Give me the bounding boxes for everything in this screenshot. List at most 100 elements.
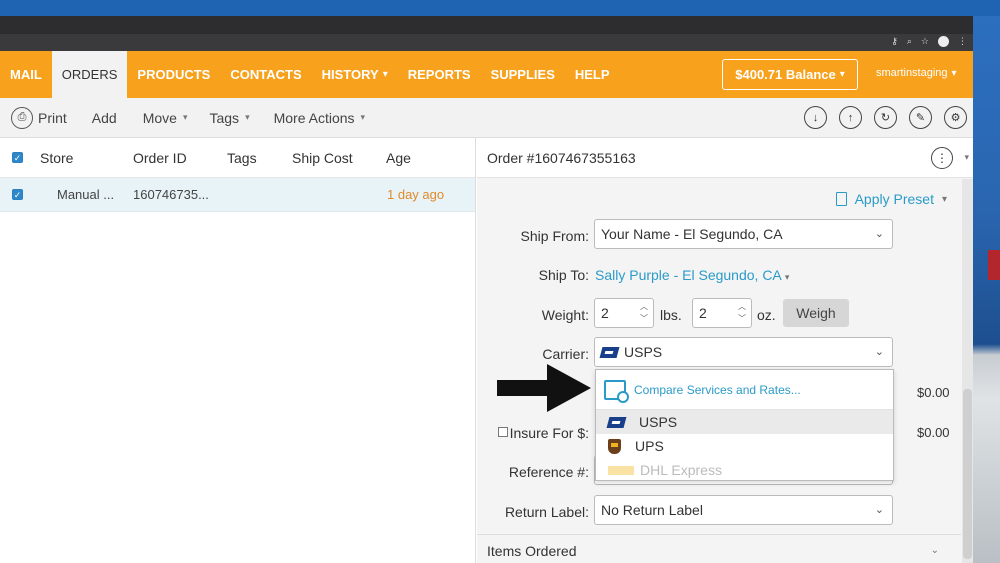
balance-button[interactable]: $400.71 Balance ▾ xyxy=(722,59,858,90)
shipping-form: Apply Preset ▾ Ship From: Your Name - El… xyxy=(477,179,961,534)
add-button[interactable]: Add xyxy=(92,110,117,126)
menu-dots-icon[interactable]: ⋮ xyxy=(958,36,967,47)
chevron-down-icon: ⌄ xyxy=(874,228,884,240)
carrier-option-usps[interactable]: USPS xyxy=(596,410,893,434)
oz-unit: oz. xyxy=(757,307,776,323)
nav-item-orders[interactable]: ORDERS xyxy=(51,51,128,98)
grid-header: ✓ Store Order ID Tags Ship Cost Age xyxy=(0,138,475,178)
settings-icon[interactable]: ⚙ xyxy=(944,106,967,129)
service-price: $0.00 xyxy=(917,385,950,400)
download-icon[interactable]: ↓ xyxy=(804,106,827,129)
return-label-label: Return Label: xyxy=(504,504,589,520)
chevron-down-icon: ▾ xyxy=(360,112,366,122)
nav-item-history[interactable]: HISTORY ▾ xyxy=(312,51,398,98)
reference-label: Reference #: xyxy=(508,464,589,480)
carrier-select[interactable]: USPS ⌄ xyxy=(594,337,893,367)
chevron-down-icon: ⌄ xyxy=(930,545,939,556)
carrier-option-ups[interactable]: UPS xyxy=(596,434,893,458)
carrier-option-dhl: DHL Express xyxy=(596,458,893,482)
dhl-logo xyxy=(608,465,634,475)
table-row[interactable]: ✓ Manual ... 160746735... 1 day ago xyxy=(0,178,475,212)
move-menu[interactable]: Move ▾ xyxy=(143,110,188,126)
cell-store: Manual ... xyxy=(57,187,115,202)
compare-rates-icon xyxy=(604,379,629,403)
chevron-down-icon: ▾ xyxy=(182,112,188,122)
chevron-down-icon: ▾ xyxy=(839,69,845,80)
ups-logo xyxy=(608,438,621,454)
desktop-background-top xyxy=(0,0,1000,16)
weight-label: Weight: xyxy=(541,307,589,323)
column-ship-cost[interactable]: Ship Cost xyxy=(292,150,353,166)
browser-address-bar: ⚷ ⌕ ☆ ⋮ xyxy=(0,34,973,51)
refresh-icon[interactable]: ↻ xyxy=(874,106,897,129)
items-ordered-section[interactable]: Items Ordered ⌄ xyxy=(477,534,961,563)
weight-lbs-input[interactable]: 2 ︿ ﹀ xyxy=(594,298,654,328)
column-store[interactable]: Store xyxy=(40,150,73,166)
stepper-arrows-icon[interactable]: ︿ ﹀ xyxy=(738,301,746,325)
edit-icon[interactable]: ✎ xyxy=(909,106,932,129)
chevron-down-icon: ▾ xyxy=(245,112,250,122)
desktop-background-right xyxy=(972,16,1000,563)
nav-item-contacts[interactable]: CONTACTS xyxy=(220,51,311,98)
order-title: Order #1607467355163 xyxy=(487,149,636,166)
usps-logo xyxy=(599,346,620,358)
chevron-down-icon[interactable]: ▾ xyxy=(964,152,969,163)
tags-menu[interactable]: Tags ▾ xyxy=(209,110,249,126)
usps-logo xyxy=(606,416,627,428)
chevron-down-icon: ⌄ xyxy=(874,504,884,516)
insure-price: $0.00 xyxy=(917,425,950,440)
compare-services-option[interactable]: Compare Services and Rates... xyxy=(596,370,893,410)
desktop-decoration xyxy=(988,250,1000,280)
column-age[interactable]: Age xyxy=(386,150,411,166)
scrollbar-thumb[interactable] xyxy=(963,389,972,559)
chevron-down-icon: ▾ xyxy=(382,69,388,80)
more-options-icon[interactable]: ⋮ xyxy=(931,147,953,169)
order-header: Order #1607467355163 ⋮ ▾ xyxy=(477,138,973,178)
weigh-button[interactable]: Weigh xyxy=(783,299,849,327)
star-icon[interactable]: ☆ xyxy=(921,36,929,47)
chevron-down-icon: ▾ xyxy=(941,193,947,205)
column-tags[interactable]: Tags xyxy=(227,150,257,166)
weight-oz-input[interactable]: 2 ︿ ﹀ xyxy=(692,298,752,328)
insure-label: Insure For $: xyxy=(509,425,589,441)
ship-from-label: Ship From: xyxy=(520,228,589,244)
select-all-checkbox[interactable]: ✓ xyxy=(12,152,23,163)
panel-scrollbar[interactable] xyxy=(962,179,973,563)
nav-item-mail[interactable]: MAIL xyxy=(0,51,52,98)
carrier-dropdown: Compare Services and Rates... USPS UPS D… xyxy=(595,369,894,481)
cell-order-id: 160746735... xyxy=(133,187,209,202)
orders-grid: ✓ Store Order ID Tags Ship Cost Age ✓ Ma… xyxy=(0,138,476,563)
nav-item-reports[interactable]: REPORTS xyxy=(398,51,481,98)
nav-item-supplies[interactable]: SUPPLIES xyxy=(481,51,565,98)
pointer-arrow-icon xyxy=(497,364,591,412)
toolbar-icon-group: ↓ ↑ ↻ ✎ ⚙ xyxy=(804,106,967,129)
key-icon[interactable]: ⚷ xyxy=(891,36,898,47)
stepper-arrows-icon[interactable]: ︿ ﹀ xyxy=(640,301,648,325)
main-nav: MAIL ORDERS PRODUCTS CONTACTS HISTORY ▾ R… xyxy=(0,51,973,98)
lbs-unit: lbs. xyxy=(660,307,682,323)
return-label-select[interactable]: No Return Label ⌄ xyxy=(594,495,893,525)
zoom-icon[interactable]: ⌕ xyxy=(907,36,912,47)
ship-to-link[interactable]: Sally Purple - El Segundo, CA ▾ xyxy=(595,267,789,283)
profile-avatar[interactable] xyxy=(938,36,949,47)
printer-icon: ⎙ xyxy=(11,106,33,129)
order-detail-panel: Order #1607467355163 ⋮ ▾ Apply Preset ▾ … xyxy=(477,138,973,563)
document-icon xyxy=(835,192,847,206)
account-menu[interactable]: smartinstaging ▾ xyxy=(876,67,957,79)
ship-from-select[interactable]: Your Name - El Segundo, CA ⌄ xyxy=(594,219,893,249)
chevron-down-icon: ▾ xyxy=(784,272,790,282)
apply-preset-button[interactable]: Apply Preset ▾ xyxy=(835,191,947,207)
chevron-down-icon: ⌄ xyxy=(874,346,884,358)
browser-window: ⚷ ⌕ ☆ ⋮ MAIL ORDERS PRODUCTS CONTACTS HI… xyxy=(0,16,973,563)
cell-age: 1 day ago xyxy=(387,187,445,202)
chevron-down-icon: ▾ xyxy=(951,67,957,79)
ship-to-label: Ship To: xyxy=(538,267,589,283)
upload-icon[interactable]: ↑ xyxy=(839,106,862,129)
row-checkbox[interactable]: ✓ xyxy=(12,189,23,200)
browser-tab-strip xyxy=(0,16,973,34)
print-button[interactable]: ⎙ Print xyxy=(11,106,67,129)
column-order-id[interactable]: Order ID xyxy=(133,150,187,166)
nav-item-products[interactable]: PRODUCTS xyxy=(127,51,220,98)
nav-item-help[interactable]: HELP xyxy=(565,51,620,98)
more-actions-menu[interactable]: More Actions ▾ xyxy=(274,110,365,126)
